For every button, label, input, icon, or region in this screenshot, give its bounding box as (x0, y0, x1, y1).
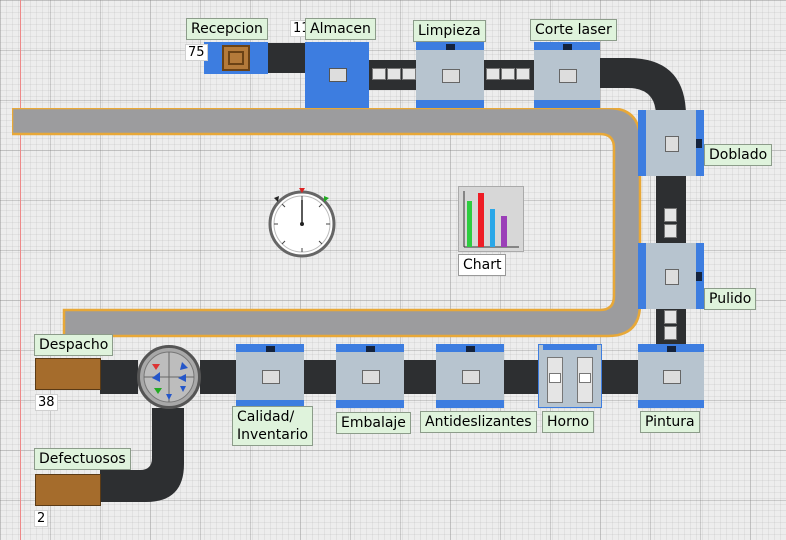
pintura-label[interactable]: Pintura (640, 411, 700, 433)
calidad-label-line2: Inventario (237, 427, 309, 443)
embalaje-label[interactable]: Embalaje (336, 412, 411, 434)
despacho-sink[interactable] (35, 358, 101, 390)
recepcion-label[interactable]: Recepcion (186, 18, 268, 40)
calidad-label[interactable]: Calidad/ Inventario (232, 406, 314, 446)
chart-label[interactable]: Chart (458, 254, 507, 276)
despacho-count: 38 (35, 394, 58, 411)
conveyor-antideslizantes-embalaje (402, 360, 438, 394)
defectuosos-label[interactable]: Defectuosos (34, 448, 131, 470)
bar-chart-icon (463, 191, 519, 248)
pulido-machine[interactable] (638, 243, 704, 309)
conveyor-limpieza-corte (482, 60, 536, 90)
doblado-label[interactable]: Doblado (704, 144, 773, 166)
pintura-machine[interactable] (638, 344, 704, 408)
defectuosos-count: 2 (34, 510, 49, 527)
doblado-machine[interactable] (638, 110, 704, 176)
antideslizantes-machine[interactable] (436, 344, 504, 408)
embalaje-machine[interactable] (336, 344, 404, 408)
limpieza-machine[interactable] (416, 42, 484, 108)
dispatcher-node[interactable] (137, 345, 201, 409)
recepcion-source[interactable] (204, 42, 268, 74)
conveyor-almacen-limpieza (368, 60, 420, 90)
defectuosos-sink[interactable] (35, 474, 101, 506)
calidad-label-line1: Calidad/ (237, 409, 295, 425)
conveyor-calidad-dispatcher (200, 360, 238, 394)
horno-label[interactable]: Horno (542, 411, 595, 433)
conveyor-recepcion-almacen (268, 43, 306, 73)
conveyor-embalaje-calidad (302, 360, 338, 394)
conveyor-dispatcher-despacho (100, 360, 138, 394)
limpieza-label[interactable]: Limpieza (413, 20, 486, 42)
dispatcher-arrows-icon (143, 351, 195, 403)
corte-laser-label[interactable]: Corte laser (530, 19, 617, 41)
recepcion-count: 75 (185, 44, 208, 61)
conveyor-horno-antideslizantes (502, 360, 538, 394)
antideslizantes-label[interactable]: Antideslizantes (420, 411, 537, 433)
calidad-machine[interactable] (236, 344, 304, 408)
almacen-label[interactable]: Almacen (305, 18, 376, 40)
clock-icon[interactable] (266, 186, 338, 258)
conveyor-pulido-pintura (656, 306, 686, 346)
despacho-label[interactable]: Despacho (34, 334, 114, 356)
conveyor-doblado-pulido (656, 174, 686, 246)
pulido-label[interactable]: Pulido (704, 288, 757, 310)
corte-laser-machine[interactable] (534, 42, 600, 108)
chart-widget[interactable] (458, 186, 524, 252)
almacen-queue[interactable] (305, 42, 369, 108)
horno-machine[interactable] (538, 344, 602, 408)
conveyor-pintura-horno (602, 360, 640, 394)
conveyor-curve-corte-doblado (598, 58, 686, 116)
